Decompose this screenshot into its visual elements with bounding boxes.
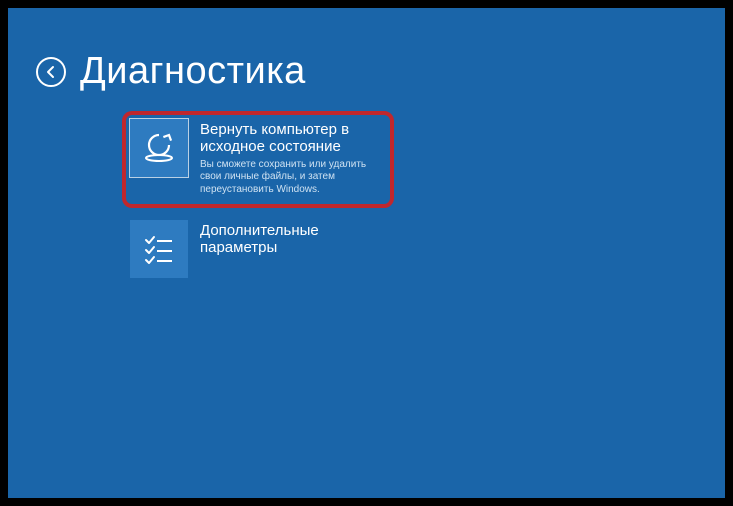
checklist-icon (140, 230, 178, 268)
page-title: Диагностика (80, 50, 306, 93)
reset-icon-tile (130, 119, 188, 177)
option-text: Вернуть компьютер в исходное состояние В… (200, 119, 384, 196)
option-title: Дополнительные параметры (200, 222, 384, 257)
options-list: Вернуть компьютер в исходное состояние В… (128, 111, 388, 284)
winre-troubleshoot-screen: Диагностика Вернуть компьютер в исходное… (8, 8, 725, 498)
option-title: Вернуть компьютер в исходное состояние (200, 121, 384, 156)
option-text: Дополнительные параметры (200, 220, 384, 257)
option-reset-pc[interactable]: Вернуть компьютер в исходное состояние В… (122, 111, 394, 208)
option-description: Вы сможете сохранить или удалить свои ли… (200, 159, 370, 197)
option-advanced[interactable]: Дополнительные параметры (128, 218, 388, 284)
reset-icon (139, 128, 179, 168)
back-button[interactable] (36, 57, 66, 87)
arrow-left-icon (44, 65, 58, 79)
header: Диагностика (36, 50, 725, 93)
advanced-icon-tile (130, 220, 188, 278)
